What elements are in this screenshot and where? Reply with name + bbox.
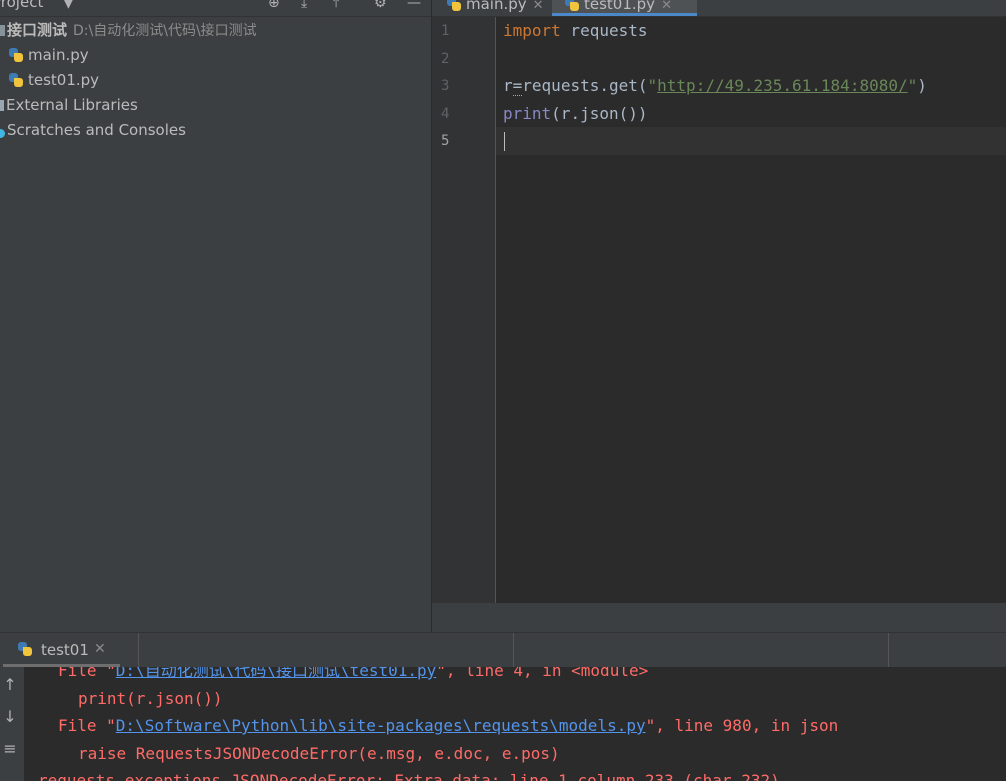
python-run-icon bbox=[17, 641, 33, 657]
code-line-1[interactable]: import requests bbox=[503, 20, 648, 42]
line-number: 2 bbox=[441, 51, 450, 67]
tab-test01-py[interactable]: test01.py ✕ bbox=[552, 0, 697, 16]
scratches-icon bbox=[0, 129, 5, 138]
console-text: ", line 4, in <module> bbox=[436, 667, 649, 680]
code-token: requests.get( bbox=[522, 76, 648, 95]
collapse-all-icon[interactable]: ⤓ bbox=[301, 0, 307, 12]
python-file-icon bbox=[8, 47, 24, 63]
tree-item-scratches[interactable]: Scratches and Consoles bbox=[0, 119, 186, 141]
python-file-icon bbox=[8, 72, 24, 88]
project-header: Project ▼ ⊕ ⤓ ⤒ ⚙ — bbox=[0, 0, 431, 17]
code-token: r bbox=[503, 76, 513, 95]
project-view-title[interactable]: Project bbox=[0, 0, 43, 11]
divider bbox=[513, 633, 514, 667]
run-tool-window-header: test01 ✕ bbox=[0, 632, 1006, 668]
tab-label: main.py bbox=[466, 0, 527, 13]
console-line: requests.exceptions.JSONDecodeError: Ext… bbox=[38, 771, 780, 781]
builtin-token: print bbox=[503, 104, 552, 123]
code-token: requests bbox=[560, 21, 648, 40]
code-token: ) bbox=[917, 76, 927, 95]
divider bbox=[888, 633, 889, 667]
console-text: ", line 980, in json bbox=[645, 716, 839, 735]
chevron-down-icon[interactable]: ▼ bbox=[63, 0, 74, 12]
scratches-label: Scratches and Consoles bbox=[7, 121, 186, 139]
tree-item-external-libraries[interactable]: External Libraries bbox=[0, 94, 138, 116]
external-libraries-label: External Libraries bbox=[6, 96, 138, 114]
string-token: " bbox=[647, 76, 658, 95]
close-icon[interactable]: ✕ bbox=[661, 0, 672, 13]
run-tab-test01[interactable]: test01 ✕ bbox=[0, 633, 139, 667]
project-root-name: 接口测试 bbox=[7, 21, 68, 39]
tab-main-py[interactable]: main.py ✕ bbox=[444, 0, 552, 16]
editor-bottom-strip bbox=[432, 603, 1006, 632]
current-line-highlight bbox=[496, 127, 1006, 155]
console-text: File " bbox=[58, 716, 116, 735]
crosshair-icon[interactable]: ⊕ bbox=[268, 0, 280, 12]
code-token: (r.json()) bbox=[551, 104, 648, 123]
close-icon[interactable]: ✕ bbox=[533, 0, 544, 13]
run-toolbar: ↑ ↓ ≡ bbox=[0, 667, 24, 781]
text-caret bbox=[504, 132, 505, 151]
editor-tab-bar: main.py ✕ test01.py ✕ bbox=[432, 0, 1006, 17]
tree-item-test01-py[interactable]: test01.py bbox=[8, 69, 99, 91]
file-name: main.py bbox=[28, 46, 89, 64]
tree-item-project-root[interactable]: 接口测试 D:\自动化测试\代码\接口测试 bbox=[0, 19, 257, 41]
console-line: File "D:\Software\Python\lib\site-packag… bbox=[58, 715, 838, 737]
console-line: print(r.json()) bbox=[78, 689, 223, 708]
console-file-link[interactable]: D:\自动化测试\代码\接口测试\test01.py bbox=[116, 667, 437, 680]
library-icon bbox=[0, 100, 4, 111]
folder-icon bbox=[0, 25, 5, 36]
arrow-up-icon[interactable]: ↑ bbox=[0, 675, 20, 694]
project-root-path: D:\自动化测试\代码\接口测试 bbox=[73, 23, 257, 39]
keyword-token: import bbox=[503, 21, 561, 40]
file-name: test01.py bbox=[28, 71, 100, 89]
console-line: File "D:\自动化测试\代码\接口测试\test01.py", line … bbox=[58, 667, 648, 682]
console-line: raise RequestsJSONDecodeError(e.msg, e.d… bbox=[78, 744, 560, 763]
console-text: File " bbox=[58, 667, 116, 680]
expand-all-icon[interactable]: ⤒ bbox=[333, 0, 339, 12]
line-number: 3 bbox=[441, 78, 450, 94]
run-tab-label: test01 bbox=[41, 641, 89, 659]
console-file-link[interactable]: D:\Software\Python\lib\site-packages\req… bbox=[116, 716, 646, 735]
line-number: 5 bbox=[441, 133, 450, 149]
tab-label: test01.py bbox=[584, 0, 656, 13]
close-icon[interactable]: ✕ bbox=[94, 641, 106, 657]
warning-squiggle: = bbox=[512, 76, 523, 96]
code-line-4[interactable]: print(r.json()) bbox=[503, 103, 648, 125]
line-number: 4 bbox=[441, 106, 450, 122]
minimize-icon[interactable]: — bbox=[407, 0, 421, 12]
project-tool-window: Project ▼ ⊕ ⤓ ⤒ ⚙ — 接口测试 D:\自动化测试\代码\接口测试… bbox=[0, 0, 432, 632]
arrow-down-icon[interactable]: ↓ bbox=[0, 707, 20, 726]
python-file-icon bbox=[564, 0, 580, 12]
line-number: 1 bbox=[441, 23, 450, 39]
run-console[interactable]: File "D:\自动化测试\代码\接口测试\test01.py", line … bbox=[24, 667, 1006, 781]
soft-wrap-icon[interactable]: ≡ bbox=[0, 739, 20, 758]
gear-icon[interactable]: ⚙ bbox=[374, 0, 387, 12]
tree-item-main-py[interactable]: main.py bbox=[8, 44, 89, 66]
python-file-icon bbox=[446, 0, 462, 12]
url-link[interactable]: http://49.235.61.184:8080/ bbox=[657, 76, 907, 95]
string-token: " bbox=[907, 76, 918, 95]
code-line-3[interactable]: r=requests.get("http://49.235.61.184:808… bbox=[503, 75, 927, 97]
